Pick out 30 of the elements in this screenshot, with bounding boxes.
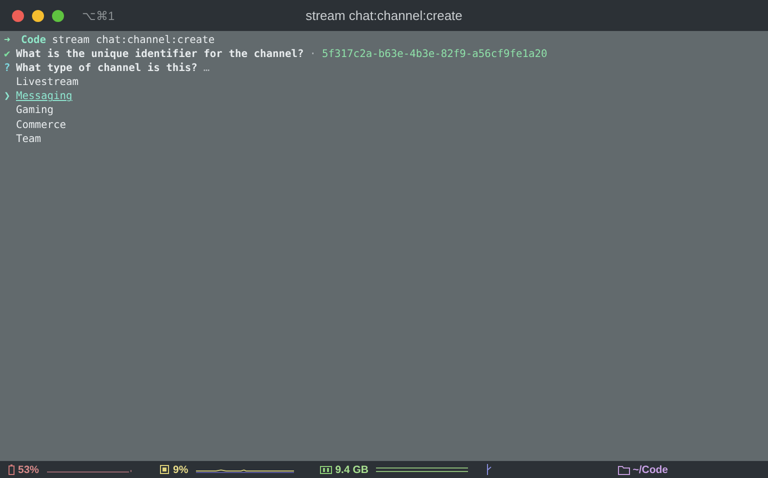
pointer: ❯ <box>4 89 12 104</box>
memory-icon <box>320 464 332 474</box>
cpu-icon <box>159 464 170 475</box>
question-text: What type of channel is this? <box>16 61 198 76</box>
option-item[interactable]: Messaging <box>16 89 72 104</box>
option-item[interactable]: Commerce <box>16 118 66 132</box>
question-text: What is the unique identifier for the channel? <box>16 47 304 62</box>
branch-icon <box>486 464 492 475</box>
zoom-button[interactable] <box>52 10 64 22</box>
prompt-directory: Code <box>21 33 46 48</box>
cpu-percent: 9% <box>173 464 188 476</box>
battery-percent: 53% <box>18 464 40 476</box>
prompt-arrow: ➜ <box>4 33 12 48</box>
close-button[interactable] <box>12 10 24 22</box>
folder-icon <box>618 464 630 474</box>
minimize-button[interactable] <box>32 10 44 22</box>
memory-usage: 9.4 GB <box>335 464 368 476</box>
option-item[interactable]: Team <box>16 132 42 146</box>
window-title: stream chat:channel:create <box>306 8 462 23</box>
tab-shortcut: ⌥⌘1 <box>82 8 115 22</box>
question-mark: ? <box>4 61 12 76</box>
question-mark: ✔ <box>4 47 12 62</box>
separator: · <box>310 47 316 62</box>
answer-text: 5f317c2a-b63e-4b3e-82f9-a56cf9fe1a20 <box>322 47 548 62</box>
battery-icon <box>8 464 15 475</box>
option-item[interactable]: Livestream <box>16 75 79 90</box>
option-item[interactable]: Gaming <box>16 103 54 118</box>
folder-path: ~/Code <box>632 464 668 476</box>
separator: … <box>203 61 210 76</box>
command-text: stream chat:channel:create <box>52 33 215 48</box>
